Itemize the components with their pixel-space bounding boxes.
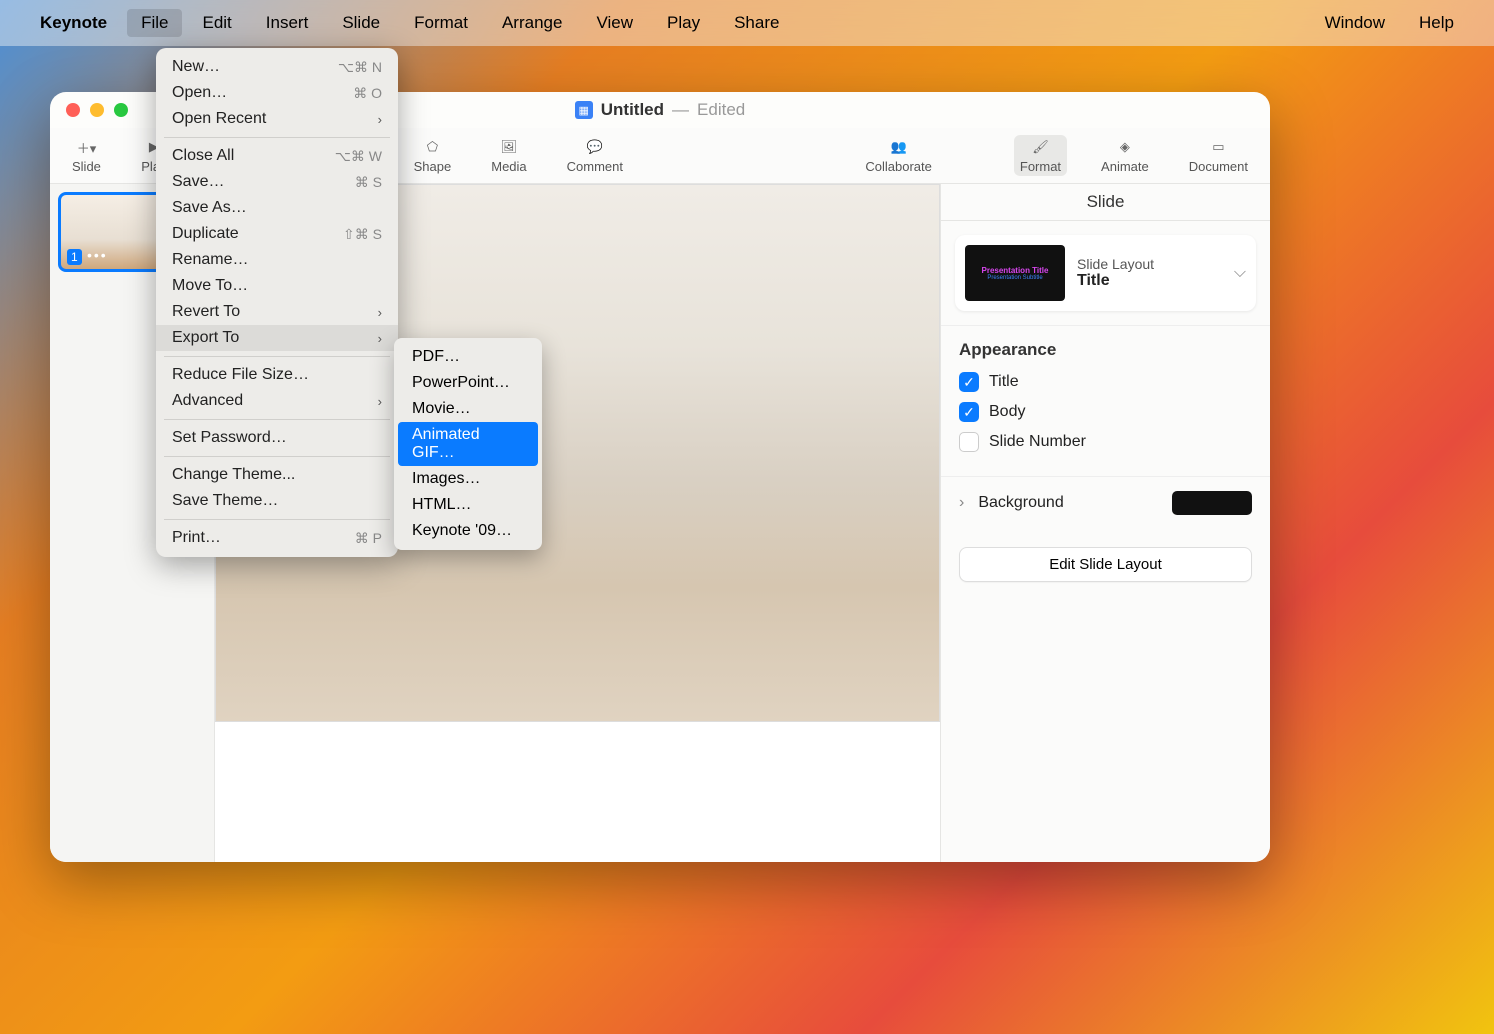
window-status: Edited (697, 100, 745, 120)
layout-label: Slide Layout (1077, 256, 1222, 272)
title-separator: — (672, 100, 689, 120)
export-powerpoint[interactable]: PowerPoint… (398, 370, 538, 396)
collaborate-icon: 👥 (886, 137, 912, 157)
export-pdf[interactable]: PDF… (398, 344, 538, 370)
tool-animate[interactable]: ◈ Animate (1095, 135, 1155, 176)
document-icon: ▦ (575, 101, 593, 119)
menubar-window[interactable]: Window (1311, 9, 1399, 37)
chevron-right-icon: › (959, 494, 964, 512)
export-to-submenu: PDF… PowerPoint… Movie… Animated GIF… Im… (394, 338, 542, 550)
app-name[interactable]: Keynote (40, 13, 107, 33)
menubar-slide[interactable]: Slide (328, 9, 394, 37)
export-images[interactable]: Images… (398, 466, 538, 492)
inspector-panel: Slide Presentation Title Presentation Su… (940, 184, 1270, 862)
menubar-insert[interactable]: Insert (252, 9, 323, 37)
canvas-margin (215, 722, 940, 862)
media-icon: 🖼 (496, 137, 522, 157)
menu-save[interactable]: Save…⌘ S (156, 169, 398, 195)
slide-dots-icon: ••• (87, 247, 108, 263)
slide-layout-chooser[interactable]: Presentation Title Presentation Subtitle… (955, 235, 1256, 311)
menu-separator (164, 419, 390, 420)
animate-icon: ◈ (1112, 137, 1138, 157)
tool-format[interactable]: 🖌 Format (1014, 135, 1067, 176)
menu-save-theme[interactable]: Save Theme… (156, 488, 398, 514)
menubar-help[interactable]: Help (1405, 9, 1468, 37)
menubar-edit[interactable]: Edit (188, 9, 245, 37)
tool-shape[interactable]: ⬠ Shape (408, 135, 458, 176)
menu-change-theme[interactable]: Change Theme... (156, 462, 398, 488)
menubar-arrange[interactable]: Arrange (488, 9, 576, 37)
shape-icon: ⬠ (419, 137, 445, 157)
inspector-tab-slide[interactable]: Slide (941, 184, 1270, 221)
menu-revert-to[interactable]: Revert To› (156, 299, 398, 325)
comment-icon: 💬 (582, 137, 608, 157)
menu-move-to[interactable]: Move To… (156, 273, 398, 299)
edit-slide-layout-button[interactable]: Edit Slide Layout (959, 547, 1252, 582)
menubar-format[interactable]: Format (400, 9, 482, 37)
menubar-play[interactable]: Play (653, 9, 714, 37)
close-button[interactable] (66, 103, 80, 117)
tool-add-slide[interactable]: ＋▾ Slide (66, 135, 107, 176)
checkbox-icon[interactable]: ✓ (959, 402, 979, 422)
plus-icon: ＋▾ (73, 137, 99, 157)
menu-separator (164, 456, 390, 457)
tool-label: Slide (72, 159, 101, 174)
menu-print[interactable]: Print…⌘ P (156, 525, 398, 551)
traffic-lights (66, 103, 128, 117)
maximize-button[interactable] (114, 103, 128, 117)
menu-reduce-file-size[interactable]: Reduce File Size… (156, 362, 398, 388)
layout-value: Title (1077, 272, 1222, 290)
menu-export-to[interactable]: Export To› (156, 325, 398, 351)
export-html[interactable]: HTML… (398, 492, 538, 518)
menu-separator (164, 519, 390, 520)
format-icon: 🖌 (1027, 137, 1053, 157)
menu-open[interactable]: Open…⌘ O (156, 80, 398, 106)
tool-collaborate[interactable]: 👥 Collaborate (859, 135, 938, 176)
export-keynote09[interactable]: Keynote '09… (398, 518, 538, 544)
background-row[interactable]: › Background (959, 491, 1252, 515)
checkbox-slide-number[interactable]: Slide Number (959, 432, 1252, 452)
menu-separator (164, 137, 390, 138)
menu-rename[interactable]: Rename… (156, 247, 398, 273)
menu-open-recent[interactable]: Open Recent› (156, 106, 398, 132)
export-movie[interactable]: Movie… (398, 396, 538, 422)
document-tool-icon: ▭ (1205, 137, 1231, 157)
chevron-right-icon: › (378, 394, 382, 409)
menu-advanced[interactable]: Advanced› (156, 388, 398, 414)
tool-document[interactable]: ▭ Document (1183, 135, 1254, 176)
minimize-button[interactable] (90, 103, 104, 117)
menu-new[interactable]: New…⌥⌘ N (156, 54, 398, 80)
menu-separator (164, 356, 390, 357)
menubar-view[interactable]: View (582, 9, 647, 37)
chevron-right-icon: › (378, 112, 382, 127)
menubar-file[interactable]: File (127, 9, 182, 37)
checkbox-title[interactable]: ✓ Title (959, 372, 1252, 392)
chevron-right-icon: › (378, 305, 382, 320)
checkbox-icon[interactable] (959, 432, 979, 452)
menu-close-all[interactable]: Close All⌥⌘ W (156, 143, 398, 169)
menu-duplicate[interactable]: Duplicate⇧⌘ S (156, 221, 398, 247)
layout-thumbnail: Presentation Title Presentation Subtitle (965, 245, 1065, 301)
slide-number: 1 (67, 249, 82, 265)
appearance-title: Appearance (959, 340, 1252, 360)
background-color-swatch[interactable] (1172, 491, 1252, 515)
chevron-right-icon: › (378, 331, 382, 346)
tool-media[interactable]: 🖼 Media (485, 135, 532, 176)
macos-menubar: Keynote File Edit Insert Slide Format Ar… (0, 0, 1494, 46)
export-animated-gif[interactable]: Animated GIF… (398, 422, 538, 466)
chevron-down-icon: ⌵ (1234, 264, 1246, 282)
checkbox-icon[interactable]: ✓ (959, 372, 979, 392)
menubar-share[interactable]: Share (720, 9, 793, 37)
window-title[interactable]: Untitled (601, 100, 664, 120)
checkbox-body[interactable]: ✓ Body (959, 402, 1252, 422)
menu-save-as[interactable]: Save As… (156, 195, 398, 221)
file-dropdown-menu: New…⌥⌘ N Open…⌘ O Open Recent› Close All… (156, 48, 398, 557)
tool-comment[interactable]: 💬 Comment (561, 135, 629, 176)
menu-set-password[interactable]: Set Password… (156, 425, 398, 451)
